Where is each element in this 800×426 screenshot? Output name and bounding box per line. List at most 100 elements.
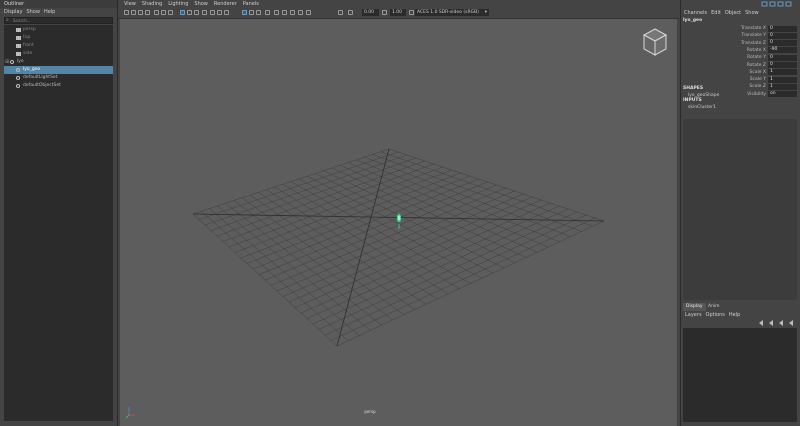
tab-anim[interactable]: Anim — [705, 303, 723, 311]
outliner-item[interactable]: lyo_geo — [4, 66, 113, 74]
selected-object-gizmo[interactable] — [396, 214, 402, 229]
viewport-menu-shading[interactable]: Shading — [142, 0, 162, 8]
modeling-toolkit-icon — [761, 1, 768, 7]
cb-menu-edit[interactable]: Edit — [711, 9, 721, 17]
attribute-label[interactable]: Rotate Z — [683, 62, 766, 69]
attribute-value-field[interactable]: 1 — [768, 69, 797, 76]
grid-line — [324, 214, 587, 336]
le-menu-options[interactable]: Options — [706, 311, 725, 319]
attribute-label[interactable]: Translate X — [683, 25, 766, 32]
attribute-label[interactable]: Scale Y — [683, 76, 766, 83]
grid-line — [315, 173, 504, 269]
film-gate-icon[interactable] — [161, 10, 166, 15]
grid-svg — [125, 28, 668, 419]
color-space-dropdown[interactable]: ACES 1.0 SDR-video (sRGB) ▾ — [415, 9, 489, 16]
viewport-menu-panels[interactable]: Panels — [243, 0, 259, 8]
wireframe-on-shaded-icon[interactable] — [242, 10, 247, 15]
smooth-shade-icon[interactable] — [187, 10, 192, 15]
viewport-toolbar: 0.00 1.00 ACES 1.0 SDR-video (sRGB) ▾ — [118, 8, 679, 19]
cb-menu-channels[interactable]: Channels — [684, 9, 707, 17]
exposure-icon[interactable] — [338, 10, 343, 15]
outliner-item[interactable]: persp — [4, 26, 113, 34]
tab-display[interactable]: Display — [683, 303, 706, 311]
camera-icon — [16, 28, 21, 32]
wireframe-icon[interactable] — [180, 10, 185, 15]
color-management-icon[interactable] — [409, 10, 414, 15]
attribute-label[interactable]: Scale X — [683, 69, 766, 76]
attribute-label[interactable]: Translate Z — [683, 40, 766, 47]
grid-toggle-icon[interactable] — [154, 10, 159, 15]
cb-menu-object[interactable]: Object — [725, 9, 741, 17]
expand-icon[interactable]: ⊞ — [5, 58, 10, 65]
outliner-menu-show[interactable]: Show — [26, 8, 40, 17]
near-clip-field[interactable]: 0.00 — [362, 9, 379, 16]
isolate-icon[interactable] — [306, 10, 311, 15]
attribute-value-field[interactable]: 0 — [768, 25, 797, 32]
attribute-value-field[interactable]: 0 — [768, 40, 797, 47]
screen-space-ao-icon[interactable] — [265, 10, 270, 15]
camera-view-icon[interactable] — [348, 10, 353, 15]
set-icon — [16, 84, 20, 88]
outliner-item[interactable]: ⊞ lyo — [4, 58, 113, 66]
attribute-label[interactable]: Rotate X — [683, 47, 766, 54]
lighting-mode-icon[interactable] — [256, 10, 261, 15]
grid-line — [388, 148, 605, 222]
view-cube-icon[interactable] — [642, 28, 668, 56]
outliner-menu-display[interactable]: Display — [4, 8, 22, 17]
attribute-value-field[interactable]: on — [768, 91, 797, 98]
move-layer-up-icon — [759, 320, 763, 326]
outliner-search-input[interactable]: ⌕ Search... — [4, 17, 113, 24]
select-camera-icon[interactable] — [124, 10, 129, 15]
attribute-value-field[interactable]: 1 — [768, 83, 797, 90]
lights-icon[interactable] — [217, 10, 222, 15]
resolution-gate-icon[interactable] — [168, 10, 173, 15]
anti-aliasing-icon[interactable] — [282, 10, 287, 15]
new-layer-selected-icon — [789, 320, 793, 326]
attribute-label[interactable]: Rotate Y — [683, 54, 766, 61]
outliner-item[interactable]: top — [4, 34, 113, 42]
depth-of-field-icon[interactable] — [290, 10, 295, 15]
default-material-icon[interactable] — [249, 10, 254, 15]
inputs-header: INPUTS — [683, 98, 702, 103]
viewport-menu-view[interactable]: View — [124, 0, 136, 8]
new-empty-layer-icon — [779, 320, 783, 326]
attribute-value-field[interactable]: -90 — [768, 47, 797, 54]
le-menu-help[interactable]: Help — [729, 311, 740, 319]
cb-menu-show[interactable]: Show — [745, 9, 759, 17]
outliner-title: Outliner — [0, 0, 117, 8]
set-icon — [16, 76, 20, 80]
gamma-field[interactable]: 1.00 — [390, 9, 406, 16]
le-menu-layers[interactable]: Layers — [685, 311, 702, 319]
bookmark-icon[interactable] — [138, 10, 143, 15]
layer-editor-tabs: Display Anim — [681, 303, 798, 311]
outliner-item[interactable]: defaultLightSet — [4, 74, 113, 82]
viewport-menu-renderer[interactable]: Renderer — [214, 0, 237, 8]
attribute-label[interactable]: Translate Y — [683, 32, 766, 39]
camera-attributes-icon[interactable] — [131, 10, 136, 15]
xray-icon[interactable] — [202, 10, 207, 15]
perspective-viewport[interactable] — [120, 19, 677, 426]
viewport-menu-lighting[interactable]: Lighting — [168, 0, 188, 8]
isolate-select-icon[interactable] — [210, 10, 215, 15]
input-node-name[interactable]: skinCluster1 — [688, 105, 716, 110]
grid-line — [270, 187, 506, 286]
camera-icon — [16, 52, 21, 56]
hud-icon[interactable] — [298, 10, 303, 15]
shadows-icon[interactable] — [224, 10, 229, 15]
grid-line — [312, 208, 569, 325]
image-plane-icon[interactable] — [145, 10, 150, 15]
textured-icon[interactable] — [194, 10, 199, 15]
attribute-value-field[interactable]: 0 — [768, 62, 797, 68]
viewport-menu-show[interactable]: Show — [194, 0, 208, 8]
attribute-value-field[interactable]: 0 — [768, 54, 797, 61]
motion-blur-icon[interactable] — [274, 10, 279, 15]
attribute-value-field[interactable]: 0 — [768, 32, 797, 39]
gamma-icon[interactable] — [382, 10, 387, 15]
outliner-item[interactable]: side — [4, 50, 113, 58]
outliner-item[interactable]: defaultObjectSet — [4, 82, 113, 90]
attribute-value-field[interactable]: 1 — [768, 76, 797, 83]
grid-line — [276, 190, 515, 292]
outliner-menu-help[interactable]: Help — [44, 8, 55, 17]
outliner-item[interactable]: front — [4, 42, 113, 50]
outliner-item-label: side — [23, 51, 33, 56]
